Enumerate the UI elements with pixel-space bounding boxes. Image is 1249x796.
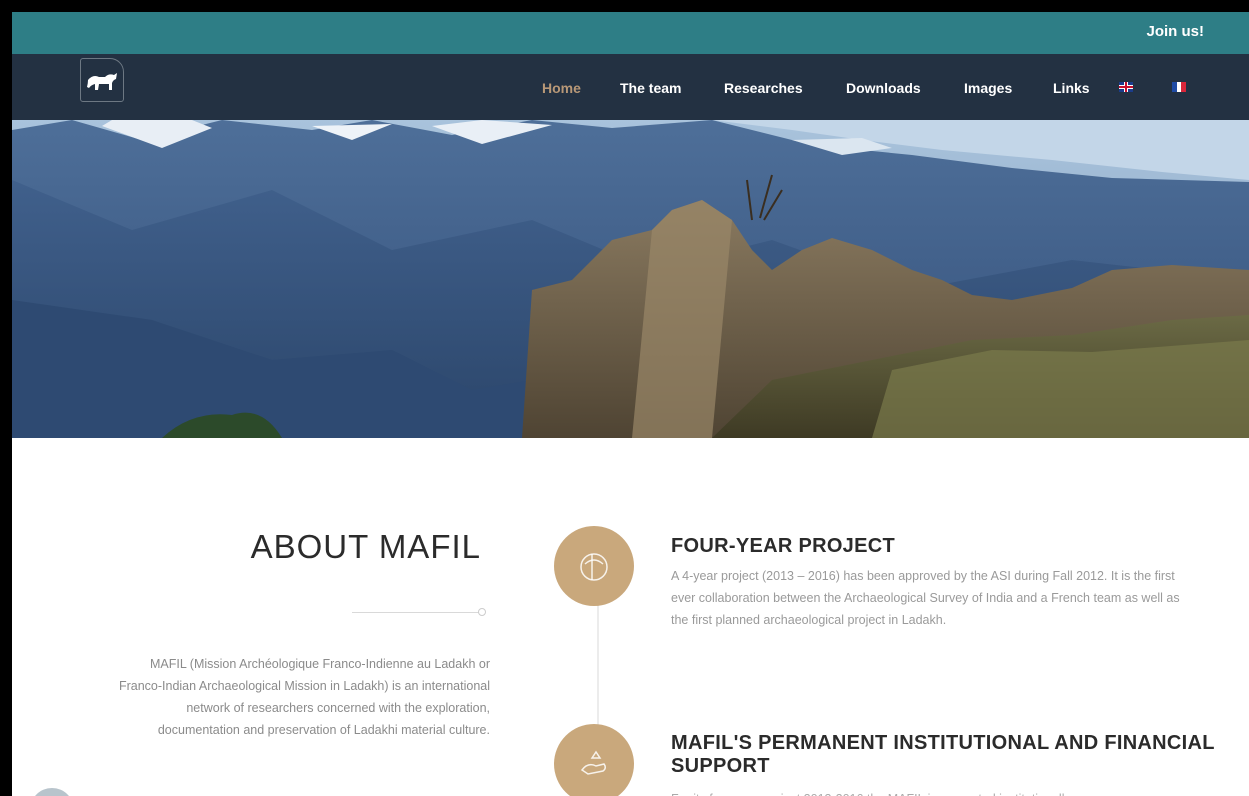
- flag-fr-icon[interactable]: [1172, 82, 1187, 92]
- timeline-item-text: A 4-year project (2013 – 2016) has been …: [671, 569, 1180, 627]
- about-title: ABOUT MAFIL: [250, 528, 481, 565]
- about-description: MAFIL (Mission Archéologique Franco-Indi…: [118, 657, 490, 737]
- mafil-logo[interactable]: [80, 58, 124, 102]
- nav-links[interactable]: Links: [1053, 80, 1090, 96]
- main-navigation: Home The team Researches Downloads Image…: [12, 54, 1249, 120]
- logo-yak-icon: [87, 73, 117, 90]
- flag-uk-icon[interactable]: [1119, 82, 1133, 92]
- divider-line: [352, 612, 480, 613]
- divider-dot-icon: [478, 608, 486, 616]
- join-us-link[interactable]: Join us!: [1146, 23, 1204, 40]
- hands-icon: [554, 724, 634, 796]
- hero-landscape-image: [12, 120, 1249, 438]
- timeline-item-title: FOUR-YEAR PROJECT: [671, 535, 896, 557]
- nav-home[interactable]: Home: [542, 80, 581, 96]
- nav-images[interactable]: Images: [964, 80, 1012, 96]
- top-bar: Join us!: [12, 12, 1249, 54]
- timeline-item-text: For its four-year project 2013-2016 the …: [671, 788, 1231, 796]
- nav-downloads[interactable]: Downloads: [846, 80, 921, 96]
- compass-icon: [554, 526, 634, 606]
- page: Join us! Home The team Researches Downlo…: [12, 12, 1249, 796]
- timeline-item-title: MAFIL'S PERMANENT INSTITUTIONAL AND FINA…: [671, 732, 1215, 777]
- nav-researches[interactable]: Researches: [724, 80, 803, 96]
- scroll-button[interactable]: [30, 788, 74, 796]
- nav-the-team[interactable]: The team: [620, 80, 681, 96]
- timeline-line: [597, 594, 599, 734]
